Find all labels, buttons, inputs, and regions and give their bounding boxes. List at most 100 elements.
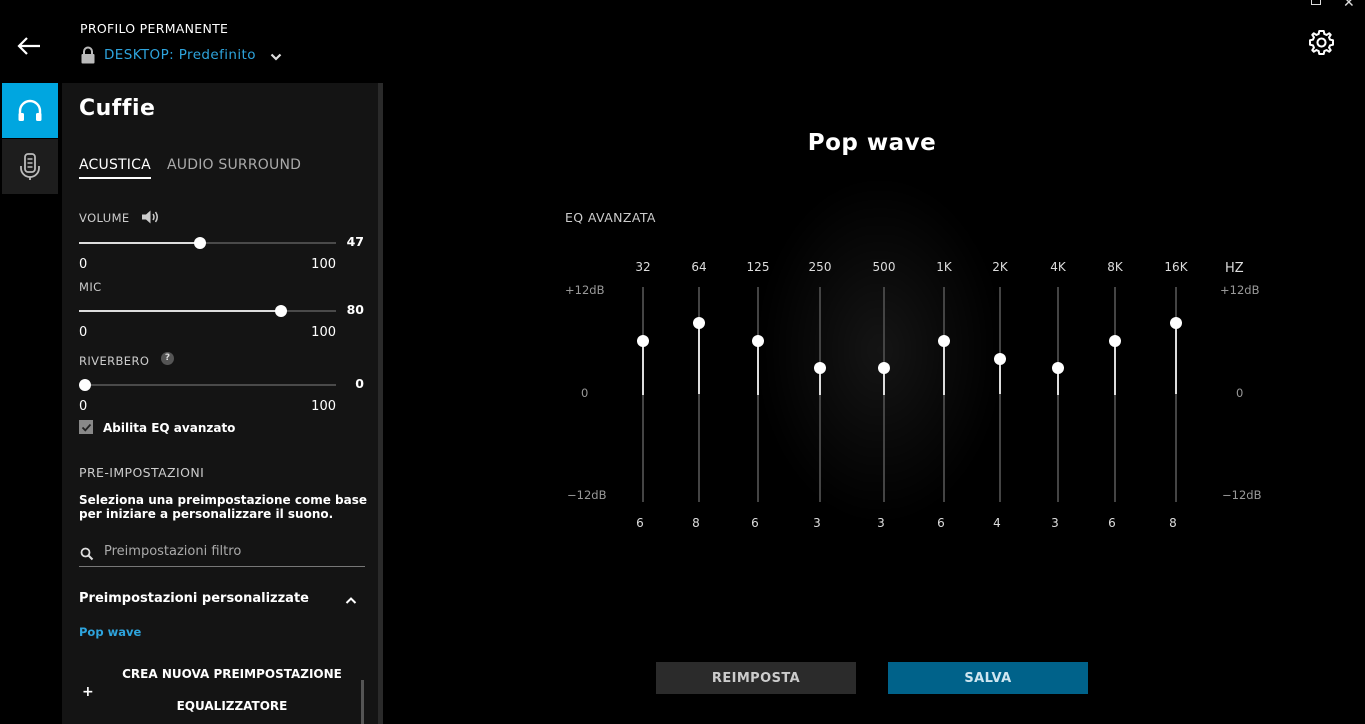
search-icon bbox=[80, 547, 94, 561]
eq-band-freq-label: 125 bbox=[746, 260, 770, 274]
eq-band-knob[interactable] bbox=[1109, 334, 1121, 347]
save-button[interactable]: SALVA bbox=[888, 662, 1088, 694]
eq-band-value: 6 bbox=[1108, 516, 1116, 530]
mic-label: MIC bbox=[79, 280, 102, 294]
eq-band-freq-label: 250 bbox=[808, 260, 832, 274]
eq-band-value: 3 bbox=[813, 516, 821, 530]
advanced-eq-checkbox[interactable] bbox=[79, 420, 93, 434]
reverb-max: 100 bbox=[311, 399, 336, 414]
volume-max: 100 bbox=[311, 257, 336, 272]
eq-band-value: 3 bbox=[1051, 516, 1059, 530]
create-preset-label-line2: EQUALIZZATORE bbox=[176, 699, 288, 713]
chevron-down-icon[interactable] bbox=[270, 52, 282, 62]
eq-band-knob[interactable] bbox=[878, 361, 890, 374]
eq-band-fill bbox=[757, 340, 759, 395]
eq-band-knob[interactable] bbox=[637, 334, 649, 347]
db-top-left: +12dB bbox=[565, 283, 605, 297]
db-bottom-left: −12dB bbox=[567, 488, 607, 502]
help-icon[interactable]: ? bbox=[161, 352, 174, 365]
mic-slider-knob[interactable] bbox=[275, 305, 287, 317]
hz-label: HZ bbox=[1225, 261, 1244, 276]
eq-band-fill bbox=[1114, 340, 1116, 395]
gear-icon[interactable] bbox=[1308, 29, 1335, 56]
chevron-up-icon[interactable] bbox=[345, 596, 357, 605]
advanced-eq-label[interactable]: Abilita EQ avanzato bbox=[103, 421, 235, 435]
eq-band-track[interactable] bbox=[1114, 287, 1116, 502]
eq-band-freq-label: 16K bbox=[1164, 260, 1188, 274]
preset-filter-input[interactable] bbox=[104, 544, 364, 559]
eq-band-fill bbox=[698, 322, 700, 395]
eq-band-freq-label: 2K bbox=[992, 260, 1008, 274]
mic-max: 100 bbox=[311, 325, 336, 340]
eq-band-fill bbox=[1175, 322, 1177, 395]
reverb-slider-knob[interactable] bbox=[79, 379, 91, 391]
profile-name: DESKTOP: Predefinito bbox=[104, 47, 256, 63]
eq-band-knob[interactable] bbox=[814, 361, 826, 374]
microphone-tab-button[interactable] bbox=[2, 139, 58, 194]
checkmark-icon bbox=[81, 423, 91, 432]
eq-title: EQ AVANZATA bbox=[565, 210, 656, 225]
eq-band-freq-label: 32 bbox=[635, 260, 651, 274]
eq-band-freq-label: 64 bbox=[691, 260, 707, 274]
headset-background-image bbox=[760, 180, 1000, 520]
panel-title: Cuffie bbox=[79, 96, 156, 121]
mic-slider-fill bbox=[79, 310, 281, 312]
reset-button[interactable]: REIMPOSTA bbox=[656, 662, 856, 694]
eq-band-track[interactable] bbox=[1057, 287, 1059, 502]
eq-band-value: 6 bbox=[751, 516, 759, 530]
eq-band-value: 4 bbox=[993, 516, 1001, 530]
volume-slider-fill bbox=[79, 242, 200, 244]
microphone-icon bbox=[20, 152, 40, 180]
eq-band-value: 8 bbox=[1169, 516, 1177, 530]
eq-band-value: 6 bbox=[636, 516, 644, 530]
maximize-button[interactable] bbox=[1311, 0, 1321, 5]
reverb-slider-track[interactable] bbox=[79, 384, 336, 386]
eq-band-freq-label: 4K bbox=[1050, 260, 1066, 274]
tab-acustica[interactable]: ACUSTICA bbox=[79, 157, 151, 179]
volume-slider-knob[interactable] bbox=[194, 237, 206, 249]
lock-icon bbox=[81, 46, 95, 64]
db-top-right: +12dB bbox=[1220, 283, 1260, 297]
eq-band-knob[interactable] bbox=[1170, 316, 1182, 329]
volume-min: 0 bbox=[79, 257, 88, 272]
eq-band-knob[interactable] bbox=[994, 352, 1006, 365]
eq-band-track[interactable] bbox=[999, 287, 1001, 502]
back-arrow-icon[interactable] bbox=[16, 34, 42, 58]
tab-audio-surround[interactable]: AUDIO SURROUND bbox=[167, 157, 301, 173]
reverb-min: 0 bbox=[79, 399, 88, 414]
preset-title: Pop wave bbox=[807, 130, 937, 156]
eq-band-freq-label: 500 bbox=[872, 260, 896, 274]
preset-item-pop-wave[interactable]: Pop wave bbox=[79, 625, 141, 639]
eq-band-knob[interactable] bbox=[752, 334, 764, 347]
custom-presets-heading[interactable]: Preimpostazioni personalizzate bbox=[79, 591, 309, 606]
speaker-icon[interactable] bbox=[140, 208, 160, 226]
profile-selector[interactable]: DESKTOP: Predefinito bbox=[80, 46, 282, 64]
headphones-icon bbox=[18, 99, 42, 121]
eq-band-value: 3 bbox=[877, 516, 885, 530]
eq-band-freq-label: 8K bbox=[1107, 260, 1123, 274]
volume-label: VOLUME bbox=[79, 211, 130, 225]
db-bottom-right: −12dB bbox=[1222, 488, 1262, 502]
eq-band-knob[interactable] bbox=[1052, 361, 1064, 374]
eq-band-track[interactable] bbox=[819, 287, 821, 502]
plus-icon: + bbox=[82, 684, 94, 700]
minimize-button[interactable]: — bbox=[1279, 0, 1292, 7]
eq-band-fill bbox=[642, 340, 644, 395]
panel-scrollbar[interactable] bbox=[378, 83, 383, 724]
eq-band-track[interactable] bbox=[757, 287, 759, 502]
eq-band-value: 6 bbox=[937, 516, 945, 530]
presets-description: Seleziona una preimpostazione come base … bbox=[79, 493, 367, 521]
mic-min: 0 bbox=[79, 325, 88, 340]
reverb-label: RIVERBERO bbox=[79, 354, 150, 368]
eq-band-track[interactable] bbox=[883, 287, 885, 502]
eq-band-track[interactable] bbox=[642, 287, 644, 502]
db-mid-right: 0 bbox=[1236, 386, 1244, 400]
eq-band-value: 8 bbox=[692, 516, 700, 530]
eq-band-knob[interactable] bbox=[693, 316, 705, 329]
close-button[interactable]: ✕ bbox=[1343, 0, 1355, 11]
headphones-tab-button[interactable] bbox=[2, 83, 58, 138]
eq-band-knob[interactable] bbox=[938, 334, 950, 347]
create-preset-label-line1: CREA NUOVA PREIMPOSTAZIONE bbox=[122, 667, 342, 681]
db-mid-left: 0 bbox=[581, 386, 589, 400]
eq-band-track[interactable] bbox=[943, 287, 945, 502]
